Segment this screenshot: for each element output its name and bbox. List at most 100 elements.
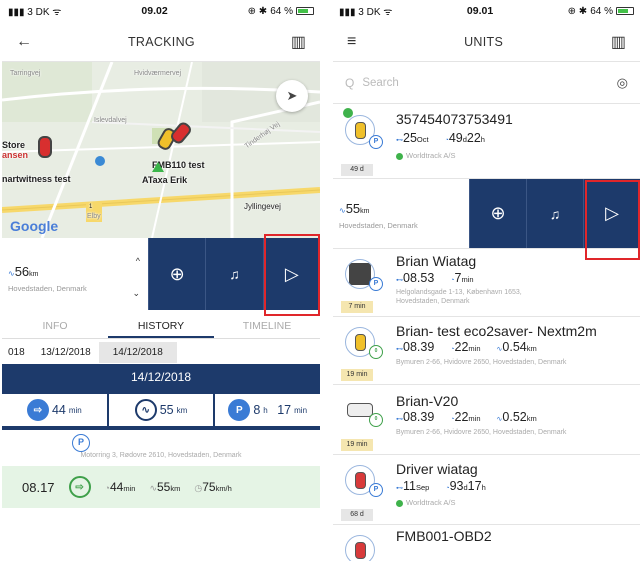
highlight-box <box>585 180 640 260</box>
unit-address: Hovedstaden, Denmark <box>396 298 470 305</box>
search-input[interactable]: Search <box>362 77 616 89</box>
map-label-store: Store <box>2 140 26 150</box>
page-title: TRACKING <box>127 34 195 49</box>
chevron-up-icon[interactable]: ^ <box>136 256 140 266</box>
locate-icon[interactable]: ➤ <box>276 80 308 112</box>
drive-icon: ⇨ <box>26 399 49 421</box>
summary-parked: P8h 17 min <box>215 394 320 426</box>
map-label-tarringvej: Tarringvej <box>10 70 41 77</box>
distance-value: ∿56km <box>8 264 39 279</box>
crosshair-button[interactable]: ⊕ <box>148 238 206 310</box>
map-label-hvidovre: Hvidværmervej <box>134 70 182 77</box>
crosshair-icon: ⊕ <box>490 203 506 223</box>
tab-timeline[interactable]: TIMELINE <box>214 313 320 338</box>
region-label: Hovedstaden, Denmark <box>8 284 87 293</box>
highlight-box <box>264 234 320 316</box>
page-title: UNITS <box>464 34 504 49</box>
idle-icon: 0 <box>369 345 383 359</box>
map-label-ansen: ansen <box>2 150 29 160</box>
avatar <box>345 535 375 561</box>
drive-icon: ⇨ <box>68 476 91 498</box>
car-icon <box>354 471 366 489</box>
unit-distance-panel[interactable]: ∿55km Hovedstaden, Denmark <box>333 179 469 248</box>
tab-info[interactable]: INFO <box>2 313 108 338</box>
tab-bar: INFO HISTORY TIMELINE <box>2 313 320 339</box>
car-icon <box>354 541 366 559</box>
region-label: Hovedstaden, Denmark <box>339 221 418 230</box>
tracking-screen: ▮▮▮ 3 DK ᯤ 09.02 ⊕ ✱ 64 % ← TRACKING ▥ T… <box>2 0 320 561</box>
hamburger-icon[interactable]: ≡ <box>347 33 356 51</box>
trip-duration: ◔44min <box>104 480 136 494</box>
vehicle-marker-red[interactable] <box>38 136 52 158</box>
idle-icon: 0 <box>369 413 383 427</box>
back-arrow-icon[interactable]: ← <box>16 33 32 51</box>
alarm-button[interactable]: ♫ <box>526 179 583 248</box>
map-label-jyllinge: Jyllingevej <box>244 202 281 211</box>
bell-icon: ♫ <box>549 205 561 222</box>
summary-distance: ∿ 55 km <box>108 394 214 426</box>
unit-name: Brian- test eco2saver- Nextm2m <box>396 323 597 339</box>
unit-address: Bymuren 2-66, Hvidovre 2650, Hovedstaden… <box>396 429 567 436</box>
status-bar: ▮▮▮ 3 DK ᯤ 09.02 ⊕ ✱ 64 % <box>2 0 320 22</box>
search-icon: Q <box>345 75 355 90</box>
status-badge: 19 min <box>341 369 373 381</box>
unit-name: Driver wiatag <box>396 461 478 477</box>
trip-row[interactable]: 08.17 ⇨ ◔44min ∿55km ◷75km/h <box>2 466 320 508</box>
distance-value: ∿55km <box>339 201 370 216</box>
tab-history[interactable]: HISTORY <box>108 313 214 338</box>
unit-group: Worldtrack A/S <box>396 498 455 507</box>
trip-speed: ◷75km/h <box>194 480 232 494</box>
crosshair-icon: ⊕ <box>169 263 185 284</box>
search-bar: Q Search ◎ <box>333 62 640 104</box>
date-item[interactable]: 13/12/2018 <box>33 347 99 358</box>
list-item[interactable]: P 68 d Driver wiatag ⊷11Sep ◔93d17h Worl… <box>333 455 640 525</box>
map-icon[interactable]: ▥ <box>291 32 306 52</box>
map-label-elby: Elby <box>87 213 101 220</box>
status-bar: ▮▮▮ 3 DK ᯤ 09.01 ⊕ ✱ 64 % <box>333 0 640 22</box>
battery-status: ⊕ ✱ 64 % <box>568 6 634 17</box>
unit-stats: ⊷11Sep ◔93d17h <box>396 479 486 493</box>
crosshair-button[interactable]: ⊕ <box>469 179 526 248</box>
map-label-smartwitness: nartwitness test <box>2 174 71 184</box>
google-logo: Google <box>10 218 59 234</box>
list-item[interactable]: P 49 d 357454073753491 ⊷25Oct ◔49d22h Wo… <box>333 104 640 179</box>
clock: 09.02 <box>141 5 168 17</box>
map-view[interactable]: Tarringvej Hvidværmervej Islevdalvej Tin… <box>2 62 320 238</box>
parking-icon: P <box>228 399 251 421</box>
status-badge: 68 d <box>341 509 373 521</box>
list-item[interactable]: P 7 min Brian Wiatag ⊷08.53 ◔7min Helgol… <box>333 249 640 317</box>
list-item[interactable]: FMB001-OBD2 <box>333 525 640 561</box>
date-item-selected[interactable]: 14/12/2018 <box>98 341 177 363</box>
battery-status: ⊕ ✱ 64 % <box>248 6 314 17</box>
unit-stats: ⊷08.39 ◔22min ∿0.54km <box>396 340 537 354</box>
day-header: 14/12/2018 <box>2 364 320 390</box>
trip-time: 08.17 <box>22 479 55 495</box>
truck-icon <box>347 403 373 417</box>
top-bar: ← TRACKING ▥ <box>2 22 320 62</box>
map-label-islevdal: Islevdalvej <box>94 117 127 124</box>
unit-name: 357454073753491 <box>396 111 513 127</box>
list-item[interactable]: 0 19 min Brian- test eco2saver- Nextm2m … <box>333 317 640 385</box>
units-screen: ▮▮▮ 3 DK ᯤ 09.01 ⊕ ✱ 64 % ≡ UNITS ▥ Q Se… <box>333 0 640 561</box>
unit-name: Brian-V20 <box>396 393 459 409</box>
car-icon <box>354 121 366 139</box>
battery-icon <box>295 7 314 15</box>
alarm-button[interactable]: ♫ <box>205 238 263 310</box>
map-icon[interactable]: ▥ <box>611 32 626 52</box>
car-icon <box>354 333 366 351</box>
date-item[interactable]: 018 <box>2 347 33 358</box>
eye-icon[interactable]: ◎ <box>617 75 628 91</box>
bell-icon: ♫ <box>229 266 240 282</box>
direction-arrow-icon <box>152 162 164 172</box>
top-bar: ≡ UNITS ▥ <box>333 22 640 62</box>
unit-name: FMB001-OBD2 <box>396 528 492 544</box>
chevron-down-icon[interactable]: ⌄ <box>132 288 140 299</box>
map-road-number: 1 <box>89 204 93 210</box>
unit-address: Helgolandsgade 1-13, København 1653, <box>396 289 522 296</box>
trip-distance: ∿55km <box>149 480 181 494</box>
list-item[interactable]: 0 19 min Brian-V20 ⊷08.39 ◔22min ∿0.52km… <box>333 385 640 455</box>
map-label-ataxa: ATaxa Erik <box>142 175 188 185</box>
unit-distance-panel[interactable]: ∿56km Hovedstaden, Denmark ^ ⌄ <box>2 238 148 310</box>
date-selector: 018 13/12/2018 14/12/2018 <box>2 340 320 364</box>
parking-icon: P <box>369 277 383 291</box>
